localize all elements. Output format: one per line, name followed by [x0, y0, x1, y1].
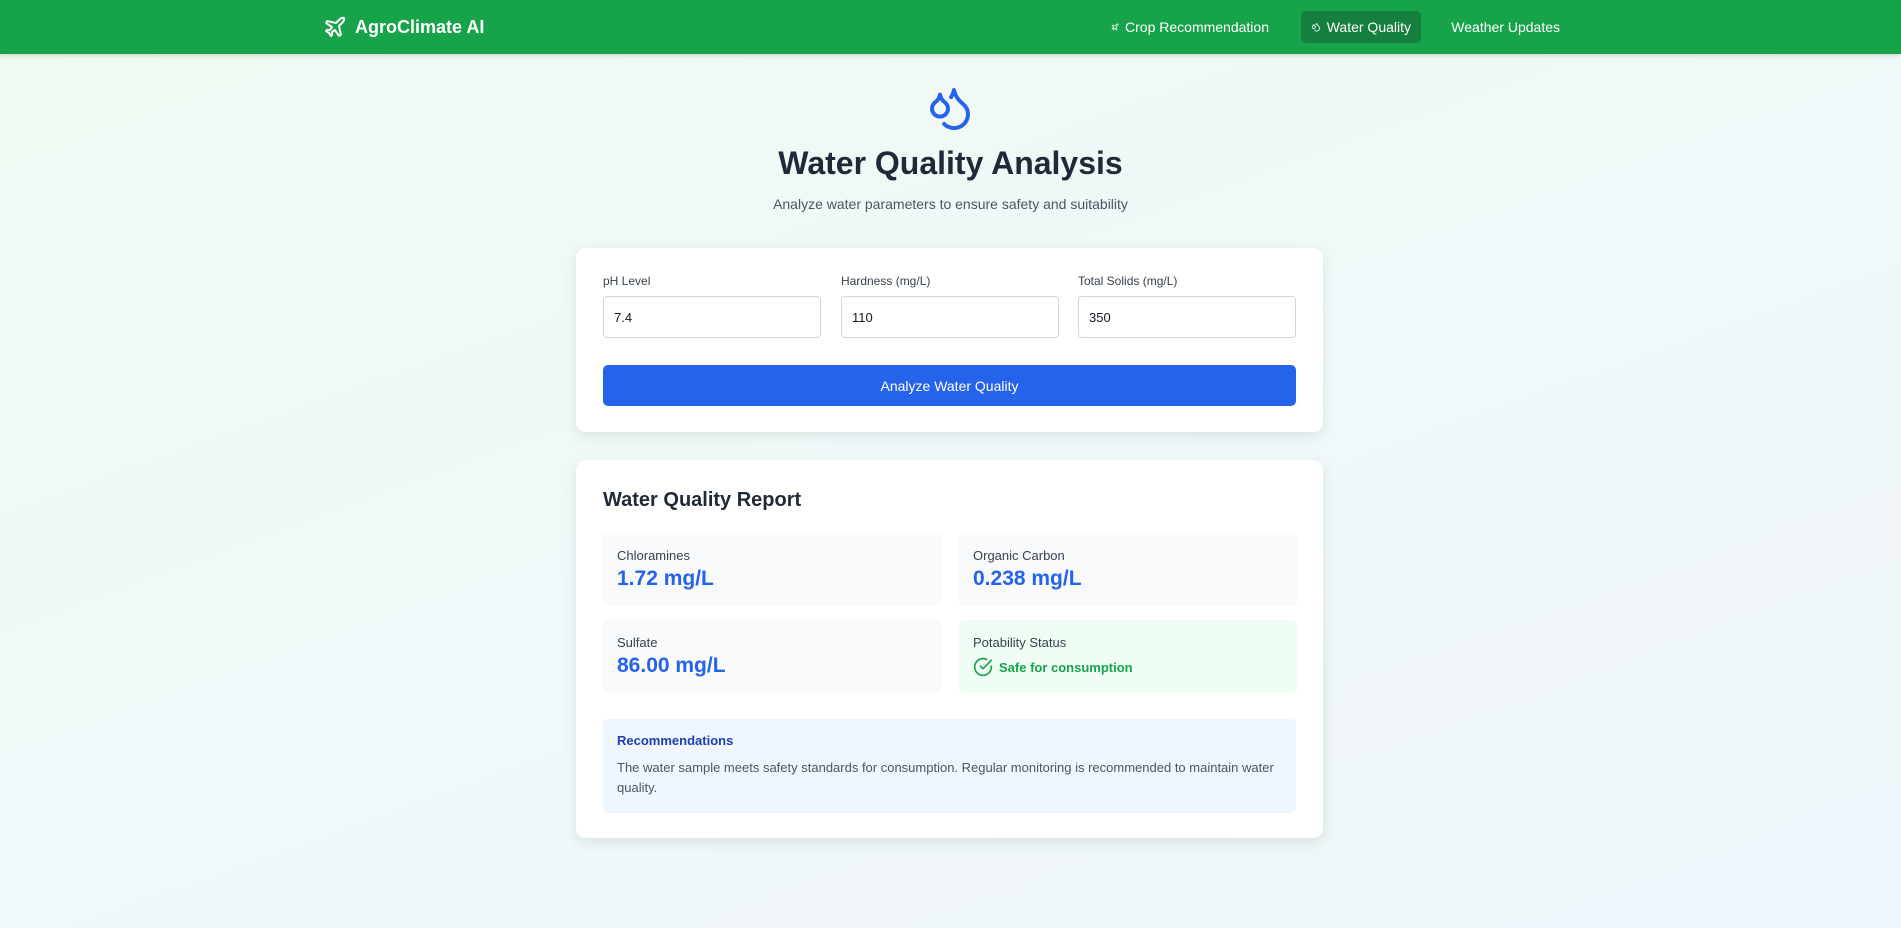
- stat-label: Potability Status: [973, 635, 1067, 650]
- analyze-water-quality-button[interactable]: Analyze Water Quality: [603, 365, 1296, 406]
- plane-icon: [1111, 23, 1119, 31]
- stat-value: 0.238 mg/L: [973, 567, 1082, 590]
- potability-status-stat: Potability Status Safe for consumption: [959, 620, 1297, 693]
- stat-label: Organic Carbon: [973, 548, 1065, 563]
- brand-name: AgroClimate AI: [355, 16, 485, 37]
- report-title: Water Quality Report: [603, 489, 802, 511]
- nav-water-quality[interactable]: Water Quality: [1301, 11, 1421, 43]
- chloramines-stat: Chloramines 1.72 mg/L: [603, 533, 941, 606]
- recommendations-box: Recommendations The water sample meets s…: [603, 719, 1296, 813]
- recommendations-title: Recommendations: [617, 733, 734, 748]
- sulfate-stat: Sulfate 86.00 mg/L: [603, 620, 941, 693]
- hardness-label: Hardness (mg/L): [841, 274, 931, 288]
- brand-logo[interactable]: AgroClimate AI: [323, 15, 484, 39]
- water-quality-report-card: Water Quality Report Chloramines 1.72 mg…: [576, 460, 1323, 838]
- nav-crop-recommendation[interactable]: Crop Recommendation: [1101, 11, 1279, 43]
- organic-carbon-stat: Organic Carbon 0.238 mg/L: [959, 533, 1297, 606]
- nav-weather-updates[interactable]: Weather Updates: [1435, 11, 1570, 43]
- stat-value: 86.00 mg/L: [617, 654, 726, 677]
- plane-icon: [325, 16, 346, 37]
- hardness-input[interactable]: [841, 296, 1059, 338]
- ph-level-label: pH Level: [603, 274, 651, 288]
- stat-label: Sulfate: [617, 635, 658, 650]
- droplets-icon: [930, 88, 971, 131]
- total-solids-field: Total Solids (mg/L): [1078, 274, 1296, 338]
- stat-value: 1.72 mg/L: [617, 567, 714, 590]
- ph-level-input[interactable]: [603, 296, 821, 338]
- nav-link-label: Water Quality: [1326, 19, 1411, 35]
- nav-link-label: Crop Recommendation: [1125, 19, 1269, 35]
- page-title: Water Quality Analysis: [778, 145, 1123, 181]
- ph-level-field: pH Level: [603, 274, 821, 338]
- analysis-form-card: pH Level Hardness (mg/L) Total Solids (m…: [576, 248, 1323, 432]
- total-solids-input[interactable]: [1078, 296, 1296, 338]
- stat-label: Chloramines: [617, 548, 690, 563]
- droplets-icon: [1311, 22, 1320, 32]
- page-subtitle: Analyze water parameters to ensure safet…: [773, 196, 1128, 212]
- top-navbar: AgroClimate AI Crop Recommendation Water…: [0, 0, 1901, 54]
- potability-status-text: Safe for consumption: [999, 659, 1133, 675]
- total-solids-label: Total Solids (mg/L): [1078, 274, 1178, 288]
- hardness-field: Hardness (mg/L): [841, 274, 1059, 338]
- recommendations-text: The water sample meets safety standards …: [617, 760, 1274, 795]
- potability-status-row: Safe for consumption: [973, 657, 1283, 677]
- nav-link-label: Weather Updates: [1451, 19, 1560, 35]
- check-circle-icon: [973, 657, 993, 677]
